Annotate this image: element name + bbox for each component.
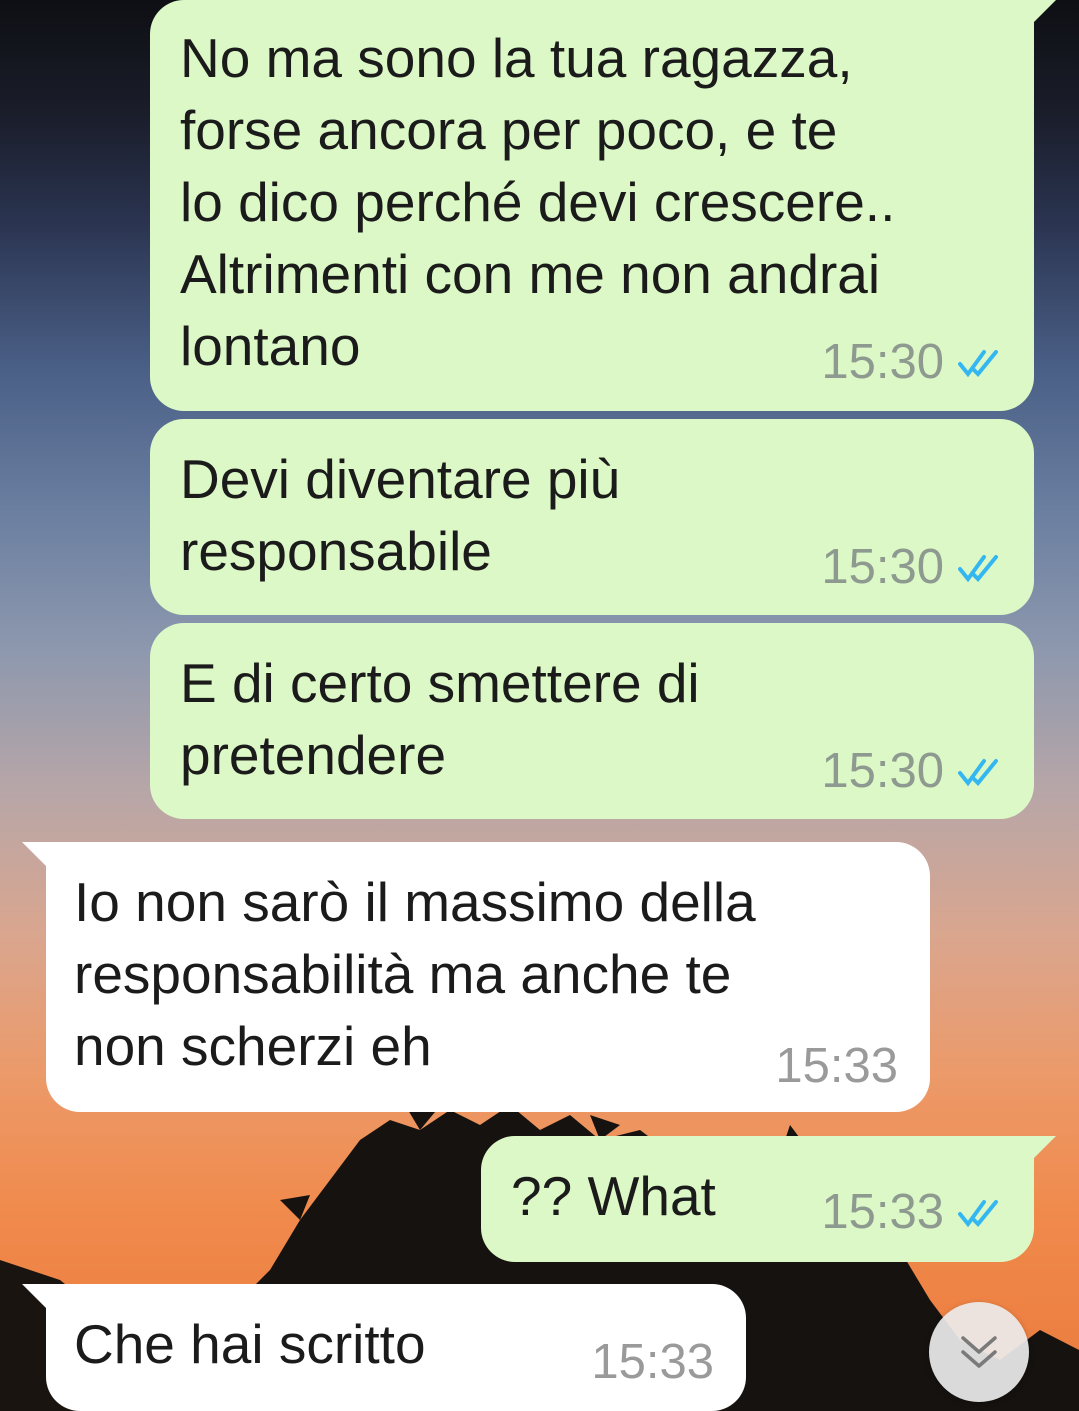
outgoing-message-bubble[interactable]: ?? What 15:33 xyxy=(481,1136,1034,1262)
message-time: 15:33 xyxy=(821,1185,944,1239)
incoming-message-bubble[interactable]: Che hai scritto 15:33 xyxy=(46,1284,746,1411)
message-time: 15:33 xyxy=(775,1039,898,1093)
message-meta: 15:30 xyxy=(821,747,1004,796)
message-meta: 15:30 xyxy=(821,338,1004,387)
message-text: Devi diventare più responsabile xyxy=(180,448,621,582)
message-time: 15:30 xyxy=(821,540,944,594)
message-text: Io non sarò il massimo della responsabil… xyxy=(74,871,756,1077)
outgoing-message-bubble[interactable]: Devi diventare più responsabile 15:30 xyxy=(150,419,1034,615)
bubble-tail xyxy=(22,1284,48,1310)
message-time: 15:30 xyxy=(821,335,944,389)
message-text: No ma sono la tua ragazza, forse ancora … xyxy=(180,27,896,377)
message-time: 15:33 xyxy=(591,1335,714,1389)
bubble-tail xyxy=(22,842,48,868)
message-text: Che hai scritto xyxy=(74,1313,426,1375)
message-meta: 15:33 xyxy=(591,1338,714,1387)
message-meta: 15:33 xyxy=(775,1042,898,1091)
double-check-icon xyxy=(958,554,998,582)
double-check-icon xyxy=(958,1199,998,1227)
double-check-icon xyxy=(958,349,998,377)
outgoing-message-bubble[interactable]: No ma sono la tua ragazza, forse ancora … xyxy=(150,0,1034,411)
incoming-message-bubble[interactable]: Io non sarò il massimo della responsabil… xyxy=(46,842,930,1112)
double-check-icon xyxy=(958,758,998,786)
scroll-to-bottom-button[interactable] xyxy=(929,1302,1029,1402)
chevron-double-down-icon xyxy=(961,1336,997,1368)
message-text: E di certo smettere di pretendere xyxy=(180,652,700,786)
message-meta: 15:30 xyxy=(821,543,1004,592)
outgoing-message-bubble[interactable]: E di certo smettere di pretendere 15:30 xyxy=(150,623,1034,819)
bubble-tail xyxy=(1030,0,1056,26)
message-text: ?? What xyxy=(511,1165,716,1227)
message-time: 15:30 xyxy=(821,744,944,798)
message-meta: 15:33 xyxy=(821,1188,1004,1237)
